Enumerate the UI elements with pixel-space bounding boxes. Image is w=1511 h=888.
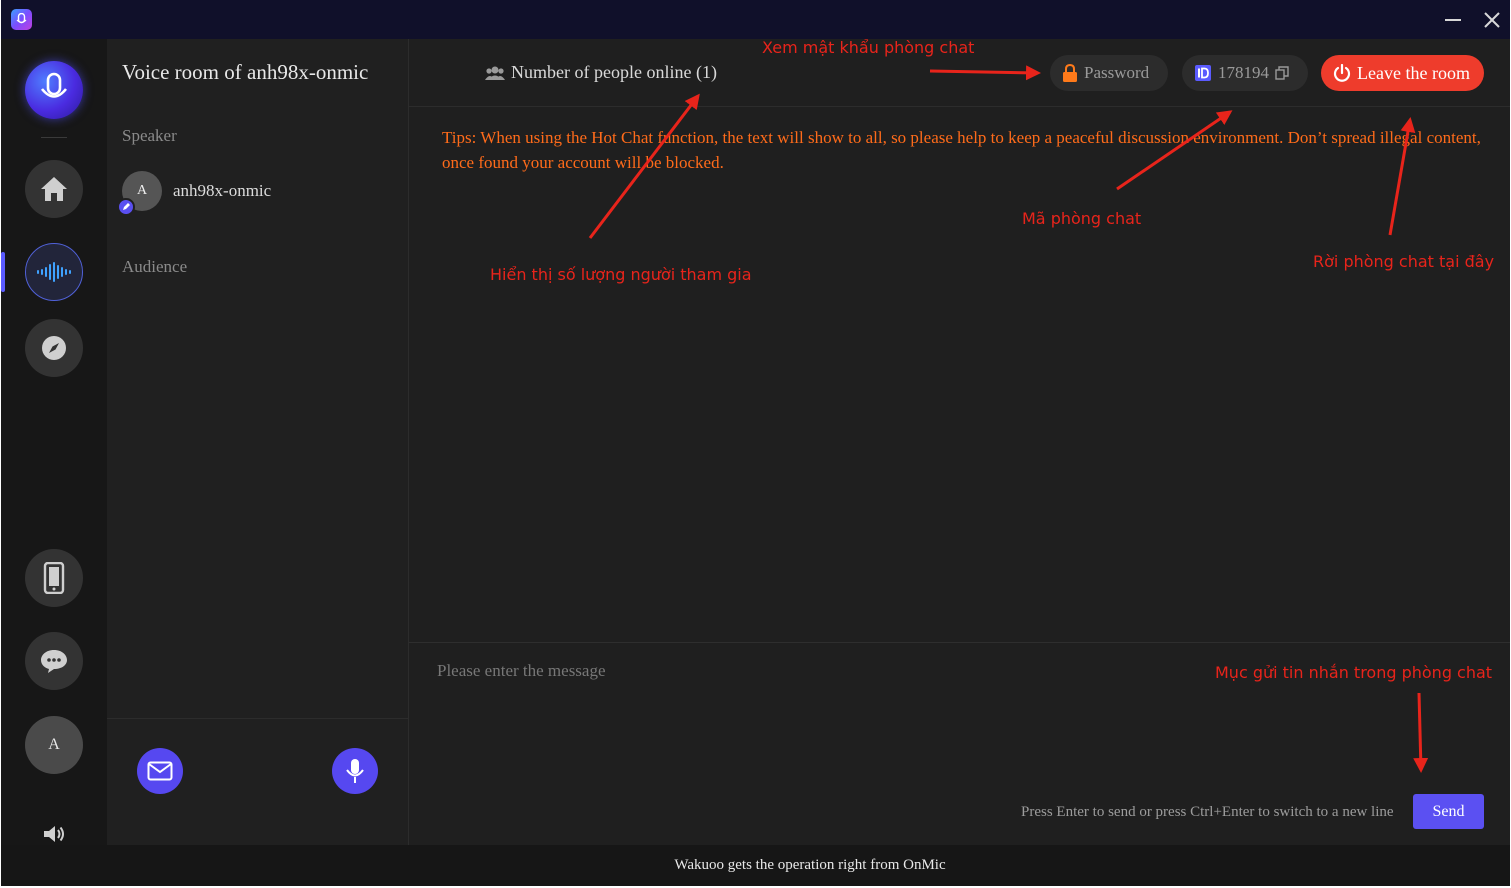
mail-button[interactable] xyxy=(137,748,183,794)
title-bar xyxy=(1,0,1510,39)
microphone-icon xyxy=(346,759,364,783)
speaker-name: anh98x-onmic xyxy=(173,181,272,200)
compass-icon xyxy=(42,336,66,360)
online-count-label: Number of people online (1) xyxy=(511,62,717,82)
app-window: A Voice room of anh98x-onmic Speaker A a… xyxy=(1,0,1510,886)
nav-home[interactable] xyxy=(25,160,83,218)
avatar-initial: A xyxy=(48,736,60,753)
room-id-value: 178194 xyxy=(1218,63,1269,82)
room-title: Voice room of anh98x-onmic xyxy=(122,60,369,84)
annotation-online: Hiển thị số lượng người tham gia xyxy=(490,265,752,284)
volume-icon xyxy=(44,826,64,842)
side-panel-actions xyxy=(107,718,409,845)
microphone-icon xyxy=(40,72,68,98)
copy-icon xyxy=(1275,66,1289,80)
lock-icon xyxy=(1063,64,1077,82)
send-button[interactable]: Send xyxy=(1413,794,1484,829)
power-icon xyxy=(1333,64,1351,82)
host-badge-icon xyxy=(117,198,135,216)
footer-bar: Wakuoo gets the operation right from OnM… xyxy=(1,845,1510,886)
nav-voice-room[interactable] xyxy=(25,243,83,301)
annotation-leave: Rời phòng chat tại đây xyxy=(1313,252,1495,271)
annotation-room-id: Mã phòng chat xyxy=(1022,209,1142,228)
mic-toggle-button[interactable] xyxy=(332,748,378,794)
annotation-password: Xem mật khẩu phòng chat xyxy=(762,38,975,57)
password-button[interactable]: Password xyxy=(1050,55,1168,91)
online-count: Number of people online (1) xyxy=(485,62,717,83)
user-avatar[interactable]: A xyxy=(25,716,83,774)
speaker-initial: A xyxy=(136,183,148,198)
send-hint: Press Enter to send or press Ctrl+Enter … xyxy=(1021,804,1394,820)
nav-messages[interactable] xyxy=(25,632,83,690)
close-button[interactable] xyxy=(1478,6,1506,34)
leave-room-button[interactable]: Leave the room xyxy=(1321,55,1484,91)
minimize-button[interactable] xyxy=(1439,6,1467,34)
nav-rail: A xyxy=(1,39,107,845)
minimize-icon xyxy=(1445,19,1461,21)
speaker-heading: Speaker xyxy=(122,126,177,145)
footer-text: Wakuoo gets the operation right from OnM… xyxy=(674,857,946,873)
chat-bubble-icon xyxy=(41,650,67,673)
nav-discover[interactable] xyxy=(25,319,83,377)
audience-heading: Audience xyxy=(122,257,188,276)
home-icon xyxy=(41,177,67,201)
people-icon xyxy=(485,66,505,80)
envelope-icon xyxy=(147,761,173,781)
app-logo-icon xyxy=(11,9,32,30)
close-icon xyxy=(1484,12,1500,28)
id-badge-icon xyxy=(1195,65,1211,81)
chat-message-area: Tips: When using the Hot Chat function, … xyxy=(409,107,1510,642)
annotation-send: Mục gửi tin nhắn trong phòng chat xyxy=(1215,663,1493,682)
room-side-panel: Voice room of anh98x-onmic Speaker A anh… xyxy=(107,39,436,845)
phone-icon xyxy=(43,562,65,594)
speaker-entry[interactable]: A anh98x-onmic xyxy=(117,171,272,216)
password-label: Password xyxy=(1084,63,1150,82)
leave-room-label: Leave the room xyxy=(1357,62,1470,83)
room-id-button[interactable]: 178194 xyxy=(1182,55,1308,91)
rail-divider xyxy=(41,137,67,138)
speaker-avatar: A xyxy=(117,171,162,216)
active-indicator xyxy=(1,252,5,292)
brand-mic-logo xyxy=(25,61,83,119)
nav-mobile[interactable] xyxy=(25,549,83,607)
sound-wave-icon xyxy=(37,262,71,282)
chat-tips-notice: Tips: When using the Hot Chat function, … xyxy=(442,128,1481,172)
